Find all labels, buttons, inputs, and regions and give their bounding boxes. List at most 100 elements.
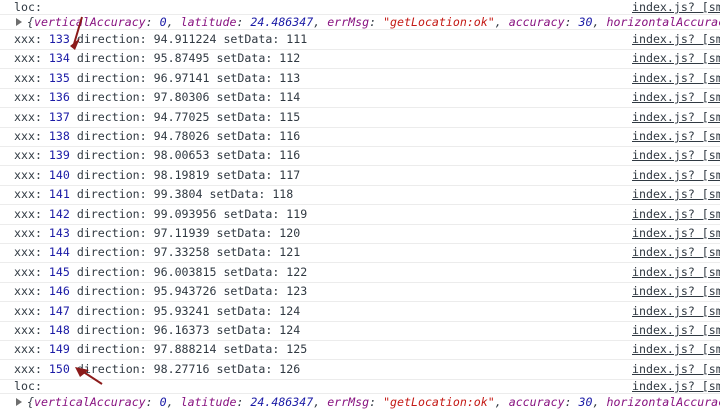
log-prefix: xxx: (14, 129, 42, 143)
setdata-label: setData: (216, 304, 273, 318)
source-link[interactable]: index.js? [sm] (632, 30, 720, 49)
log-message: xxx: 144 direction: 97.33258 setData: 12… (14, 243, 300, 262)
console-log-row: xxx: 133 direction: 94.911224 setData: 1… (0, 30, 720, 50)
log-message: xxx: 140 direction: 98.19819 setData: 11… (14, 166, 300, 185)
setdata-value: 114 (279, 90, 301, 104)
console-log-row: xxx: 149 direction: 97.888214 setData: 1… (0, 340, 720, 360)
direction-label: direction: (76, 245, 147, 259)
setdata-label: setData: (216, 226, 273, 240)
source-link[interactable]: index.js? [sm] (632, 185, 720, 204)
object-key: latitude (180, 15, 237, 29)
setdata-label: setData: (216, 362, 273, 376)
source-link[interactable]: index.js? [sm] (632, 282, 720, 301)
setdata-value: 113 (279, 71, 301, 85)
console-log-loc-top: loc: index.js? [sm] (0, 0, 720, 15)
log-prefix: xxx: (14, 207, 42, 221)
setdata-label: setData: (209, 187, 266, 201)
log-message: xxx: 148 direction: 96.16373 setData: 12… (14, 321, 300, 340)
source-link[interactable]: index.js? [sm] (632, 360, 720, 379)
source-link[interactable]: index.js? [sm] (632, 0, 720, 14)
direction-label: direction: (76, 323, 147, 337)
console-log-row: xxx: 148 direction: 96.16373 setData: 12… (0, 321, 720, 341)
source-link[interactable]: index.js? [sm] (632, 69, 720, 88)
setdata-value: 124 (279, 323, 301, 337)
source-link[interactable]: index.js? [sm] (632, 108, 720, 127)
console-log-row: xxx: 135 direction: 96.97141 setData: 11… (0, 69, 720, 89)
source-link[interactable]: index.js? [sm] (632, 49, 720, 68)
expand-triangle-icon[interactable] (16, 398, 22, 406)
direction-label: direction: (76, 362, 147, 376)
console-log-row: xxx: 140 direction: 98.19819 setData: 11… (0, 166, 720, 186)
setdata-value: 119 (286, 207, 308, 221)
setdata-label: setData: (216, 71, 273, 85)
console-object-top[interactable]: {verticalAccuracy: 0, latitude: 24.48634… (0, 15, 720, 30)
source-link[interactable]: index.js? [sm] (632, 127, 720, 146)
object-value: 30 (578, 15, 593, 29)
source-link[interactable]: index.js? [sm] (632, 302, 720, 321)
log-message: xxx: 149 direction: 97.888214 setData: 1… (14, 340, 307, 359)
setdata-value: 118 (272, 187, 294, 201)
setdata-value: 115 (279, 110, 301, 124)
console-log-row: xxx: 134 direction: 95.87495 setData: 11… (0, 49, 720, 69)
object-value: 24.486347 (250, 395, 314, 409)
direction-value: 95.87495 (153, 51, 210, 65)
log-index: 135 (48, 71, 70, 85)
source-link[interactable]: index.js? [sm] (632, 146, 720, 165)
console-log-row: xxx: 145 direction: 96.003815 setData: 1… (0, 263, 720, 283)
setdata-label: setData: (216, 129, 273, 143)
setdata-label: setData: (216, 245, 273, 259)
direction-label: direction: (76, 71, 147, 85)
log-message: xxx: 135 direction: 96.97141 setData: 11… (14, 69, 300, 88)
object-brace: { (27, 15, 34, 29)
setdata-value: 125 (286, 342, 308, 356)
object-key: horizontalAccuracy (606, 15, 720, 29)
object-value: "getLocation:ok" (383, 395, 495, 409)
setdata-value: 123 (286, 284, 308, 298)
log-message: xxx: 150 direction: 98.27716 setData: 12… (14, 360, 300, 379)
setdata-value: 112 (279, 51, 301, 65)
log-index: 137 (48, 110, 70, 124)
setdata-value: 116 (279, 148, 301, 162)
direction-value: 97.80306 (153, 90, 210, 104)
direction-label: direction: (76, 129, 147, 143)
source-link[interactable]: index.js? [sm] (632, 88, 720, 107)
log-message: xxx: 134 direction: 95.87495 setData: 11… (14, 49, 300, 68)
source-link[interactable]: index.js? [sm] (632, 166, 720, 185)
object-value: "getLocation:ok" (383, 15, 495, 29)
direction-value: 94.77025 (153, 110, 210, 124)
console-object-bottom[interactable]: {verticalAccuracy: 0, latitude: 24.48634… (0, 395, 720, 409)
direction-label: direction: (76, 90, 147, 104)
object-key: accuracy (508, 395, 565, 409)
log-message: xxx: 147 direction: 95.93241 setData: 12… (14, 302, 300, 321)
object-value: 0 (159, 15, 167, 29)
setdata-label: setData: (216, 168, 273, 182)
log-index: 146 (48, 284, 70, 298)
log-prefix: xxx: (14, 362, 42, 376)
expand-triangle-icon[interactable] (16, 18, 22, 26)
setdata-label: setData: (216, 148, 273, 162)
log-index: 149 (48, 342, 70, 356)
object-value: 30 (578, 395, 593, 409)
object-preview: {verticalAccuracy: 0, latitude: 24.48634… (27, 395, 720, 409)
log-prefix: xxx: (14, 32, 42, 46)
direction-label: direction: (76, 342, 147, 356)
source-link[interactable]: index.js? [sm] (632, 379, 720, 393)
source-link[interactable]: index.js? [sm] (632, 205, 720, 224)
source-link[interactable]: index.js? [sm] (632, 321, 720, 340)
source-link[interactable]: index.js? [sm] (632, 224, 720, 243)
object-key: verticalAccuracy (33, 15, 146, 29)
source-link[interactable]: index.js? [sm] (632, 340, 720, 359)
setdata-label: setData: (223, 342, 280, 356)
log-message: xxx: 136 direction: 97.80306 setData: 11… (14, 88, 300, 107)
log-label: loc: (14, 0, 42, 14)
log-index: 150 (48, 362, 70, 376)
setdata-value: 126 (279, 362, 301, 376)
direction-label: direction: (76, 110, 147, 124)
setdata-label: setData: (223, 265, 280, 279)
log-prefix: xxx: (14, 51, 42, 65)
direction-value: 95.943726 (153, 284, 217, 298)
source-link[interactable]: index.js? [sm] (632, 263, 720, 282)
source-link[interactable]: index.js? [sm] (632, 243, 720, 262)
log-prefix: xxx: (14, 148, 42, 162)
log-message: xxx: 142 direction: 99.093956 setData: 1… (14, 205, 307, 224)
